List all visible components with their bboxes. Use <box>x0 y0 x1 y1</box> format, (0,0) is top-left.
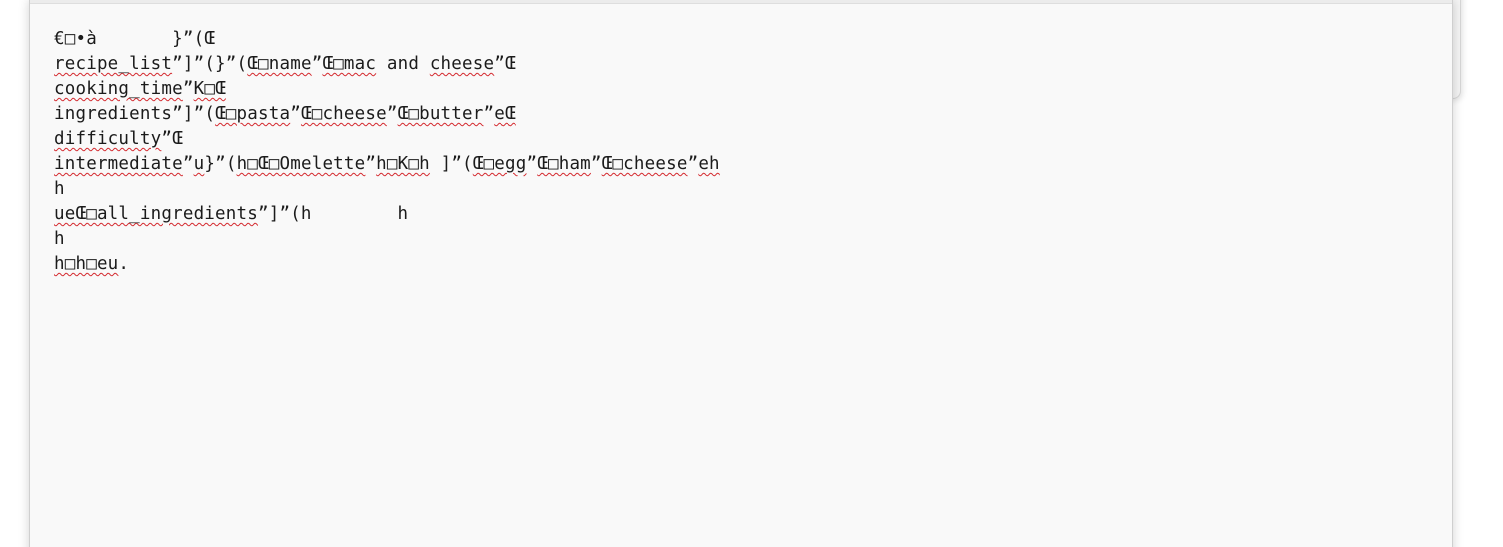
misspelled-word: u <box>193 154 205 174</box>
text-line: intermediate”u}”(h□Œ□Omelette”h□K□h ]”(Œ… <box>54 152 1424 177</box>
text-line: h□h□eu. <box>54 252 1424 277</box>
misspelled-word: cooking_time <box>54 79 183 99</box>
text-segment: and <box>376 54 430 74</box>
text-line: h <box>54 227 1424 252</box>
text-line: ueŒ□all_ingredients”]”(h h <box>54 202 1424 227</box>
text-segment: ”]”(h h <box>257 204 409 224</box>
text-segment: . <box>118 254 130 274</box>
text-segment: ” <box>182 79 194 99</box>
misspelled-word: ueŒ□all_ingredients <box>54 204 258 224</box>
text-line: ingredients”]”(Œ□pasta”Œ□cheese”Œ□butter… <box>54 102 1424 127</box>
misspelled-word: Œ□cheese <box>300 104 387 124</box>
text-line: €□•à }”(Œ <box>54 27 1424 52</box>
text-segment: ” <box>687 154 699 174</box>
misspelled-word: Œ□butter <box>397 104 484 124</box>
misspelled-word: Œ□egg <box>472 154 527 174</box>
text-segment: }”( <box>204 154 237 174</box>
text-segment: ”Œ <box>161 129 183 149</box>
text-segment: ” <box>182 154 194 174</box>
misspelled-word: eŒ <box>494 104 516 124</box>
text-segment: h <box>54 229 65 249</box>
misspelled-word: difficulty <box>54 129 162 149</box>
misspelled-word: Œ□ham <box>537 154 591 174</box>
editor-top-edge <box>30 0 1452 4</box>
text-editor-window[interactable]: €□•à }”(Œ recipe_list”]”(}”(Œ□name”Œ□mac … <box>29 0 1453 547</box>
misspelled-word: h□Œ□Omelette <box>236 154 366 174</box>
editor-text-area[interactable]: €□•à }”(Œ recipe_list”]”(}”(Œ□name”Œ□mac … <box>54 27 1424 527</box>
text-line: recipe_list”]”(}”(Œ□name”Œ□mac and chees… <box>54 52 1424 77</box>
misspelled-word: Œ□pasta <box>215 104 291 124</box>
text-segment: ”]”( <box>172 104 216 124</box>
misspelled-word: h□h□eu <box>54 254 119 274</box>
text-segment: ]”( <box>429 154 473 174</box>
text-segment: h <box>54 179 65 199</box>
misspelled-word: Œ□name <box>247 54 312 74</box>
text-segment: ” <box>526 154 538 174</box>
text-segment: ” <box>483 104 495 124</box>
text-line: difficulty”Œ <box>54 127 1424 152</box>
desktop: €□•à }”(Œ recipe_list”]”(}”(Œ□name”Œ□mac … <box>0 0 1503 547</box>
text-segment: ”]”(}”( <box>172 54 248 74</box>
text-segment: ingredients <box>54 104 173 124</box>
text-segment: ” <box>365 154 377 174</box>
misspelled-word: K□Œ <box>193 79 226 99</box>
misspelled-word: h□K□h <box>376 154 430 174</box>
text-line: cooking_time”K□Œ <box>54 77 1424 102</box>
misspelled-word: recipe_list <box>54 54 173 74</box>
text-segment: ” <box>386 104 398 124</box>
text-segment: ” <box>311 54 323 74</box>
text-segment: ” <box>590 154 602 174</box>
text-segment: ” <box>290 104 301 124</box>
text-segment: €□•à }”(Œ <box>54 29 216 49</box>
text-segment: ”Œ <box>494 54 516 74</box>
misspelled-word: cheese <box>429 54 495 74</box>
text-line: h <box>54 177 1424 202</box>
misspelled-word: Œ□mac <box>322 54 377 74</box>
misspelled-word: intermediate <box>54 154 183 174</box>
misspelled-word: Œ□cheese <box>601 154 688 174</box>
misspelled-word: eh <box>698 154 720 174</box>
